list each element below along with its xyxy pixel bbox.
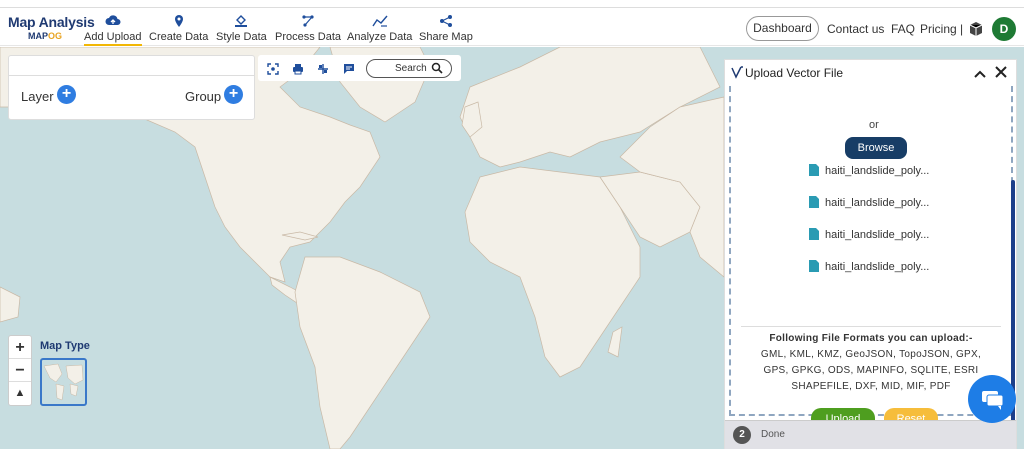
done-step: 2 Done [725,420,1016,449]
file-item: haiti_landslide_poly... [809,260,929,273]
cube-icon[interactable] [968,21,984,37]
measure-icon[interactable] [317,62,329,74]
supported-formats: Following File Formats you can upload:- … [741,326,1001,398]
logo[interactable]: Map Analysis MAPOG [8,14,95,41]
analyze-icon [347,14,412,30]
comment-icon[interactable] [343,62,355,74]
share-icon [419,14,473,30]
map-pin-icon [149,14,208,30]
process-icon [275,14,341,30]
map-search-input[interactable]: Search [366,59,452,78]
paint-bucket-icon [216,14,267,30]
faq-link[interactable]: FAQ [891,22,915,36]
file-icon [809,164,819,176]
group-label: Group [185,89,222,104]
layer-panel-header [9,56,254,76]
search-placeholder: Search [395,63,427,74]
map-toolbar: Search [258,55,461,81]
nav-style-data[interactable]: Style Data [216,14,267,43]
reset-north-button[interactable]: ▲ [9,382,31,405]
step-number: 2 [733,426,751,444]
nav-add-upload[interactable]: Add Upload [84,14,142,46]
layer-panel: Layer + Group + [8,55,255,120]
file-icon [809,196,819,208]
or-label: or [869,119,879,131]
close-icon[interactable] [995,65,1007,78]
logo-title: Map Analysis [8,14,95,30]
file-item: haiti_landslide_poly... [809,164,929,177]
cloud-upload-icon [84,14,142,30]
file-icon [809,260,819,272]
search-icon [431,62,443,74]
file-item: haiti_landslide_poly... [809,228,929,241]
print-icon[interactable] [292,62,304,75]
top-navbar: Map Analysis MAPOG Add Upload Create Dat… [0,0,1024,46]
zoom-in-button[interactable]: + [9,336,31,359]
map-type-thumbnail[interactable] [40,358,87,406]
step-label: Done [761,429,785,440]
contact-link[interactable]: Contact us [827,22,884,36]
fullscreen-icon[interactable] [267,62,279,75]
chat-icon [982,391,1004,410]
user-avatar[interactable]: D [992,17,1016,41]
layer-label: Layer [21,89,54,104]
chevron-up-icon[interactable] [974,66,986,78]
add-layer-button[interactable]: + [57,85,76,104]
nav-process-data[interactable]: Process Data [275,14,341,43]
browse-button[interactable]: Browse [845,137,907,159]
zoom-controls: + − ▲ [8,335,32,406]
file-item: haiti_landslide_poly... [809,196,929,209]
map-type-thumbnail-image [43,363,84,401]
file-icon [809,228,819,240]
vector-icon [730,65,744,79]
upload-panel-title: Upload Vector File [745,66,844,80]
map-type-label: Map Type [40,340,90,352]
pricing-link[interactable]: Pricing | [920,22,963,36]
zoom-out-button[interactable]: − [9,359,31,382]
nav-analyze-data[interactable]: Analyze Data [347,14,412,43]
add-group-button[interactable]: + [224,85,243,104]
top-strip [0,0,1024,8]
nav-create-data[interactable]: Create Data [149,14,208,43]
dashboard-button[interactable]: Dashboard [746,16,819,41]
upload-panel-header: Upload Vector File [725,60,1016,86]
file-drop-zone[interactable]: or Browse haiti_landslide_poly... haiti_… [729,86,1013,430]
chat-button[interactable] [968,375,1016,423]
nav-share-map[interactable]: Share Map [419,14,473,43]
